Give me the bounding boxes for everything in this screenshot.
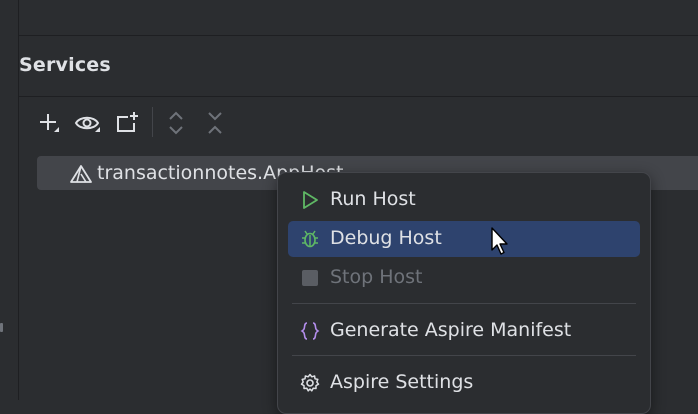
add-button[interactable] — [35, 106, 63, 140]
debug-icon — [300, 229, 320, 249]
menu-separator — [292, 303, 636, 304]
strip-marker — [0, 323, 3, 332]
menu-separator — [292, 355, 636, 356]
gear-icon — [300, 373, 320, 393]
collapse-all-icon — [208, 112, 222, 134]
services-title: Services — [19, 54, 111, 76]
left-tool-strip — [0, 0, 19, 400]
run-icon — [300, 190, 320, 210]
menu-item-stop-host[interactable]: Stop Host — [288, 260, 640, 296]
plus-icon — [40, 114, 59, 132]
mouse-cursor-icon — [490, 226, 510, 260]
menu-item-run-host[interactable]: Run Host — [288, 182, 640, 218]
menu-item-label: Run Host — [330, 188, 416, 210]
menu-item-label: Debug Host — [330, 227, 442, 249]
services-header — [19, 36, 698, 97]
menu-item-label: Aspire Settings — [330, 371, 474, 393]
collapse-all-button[interactable] — [201, 106, 229, 140]
expand-all-button[interactable] — [162, 106, 190, 140]
toolbar-separator — [152, 107, 153, 137]
view-options-button[interactable] — [74, 106, 102, 140]
add-tab-icon — [117, 112, 138, 132]
aspire-icon — [69, 164, 93, 188]
menu-item-label: Stop Host — [330, 266, 423, 288]
braces-icon — [300, 321, 320, 341]
new-tab-button[interactable] — [114, 106, 142, 140]
eye-icon — [74, 116, 100, 132]
menu-item-generate-manifest[interactable]: Generate Aspire Manifest — [288, 313, 640, 349]
top-panel — [19, 0, 698, 36]
context-menu: Run Host Debug Host Stop Host Generate A… — [277, 172, 651, 414]
expand-all-icon — [169, 111, 183, 135]
menu-item-debug-host[interactable]: Debug Host — [288, 221, 640, 257]
menu-item-label: Generate Aspire Manifest — [330, 319, 572, 341]
stop-icon — [300, 268, 320, 288]
menu-item-aspire-settings[interactable]: Aspire Settings — [288, 365, 640, 401]
